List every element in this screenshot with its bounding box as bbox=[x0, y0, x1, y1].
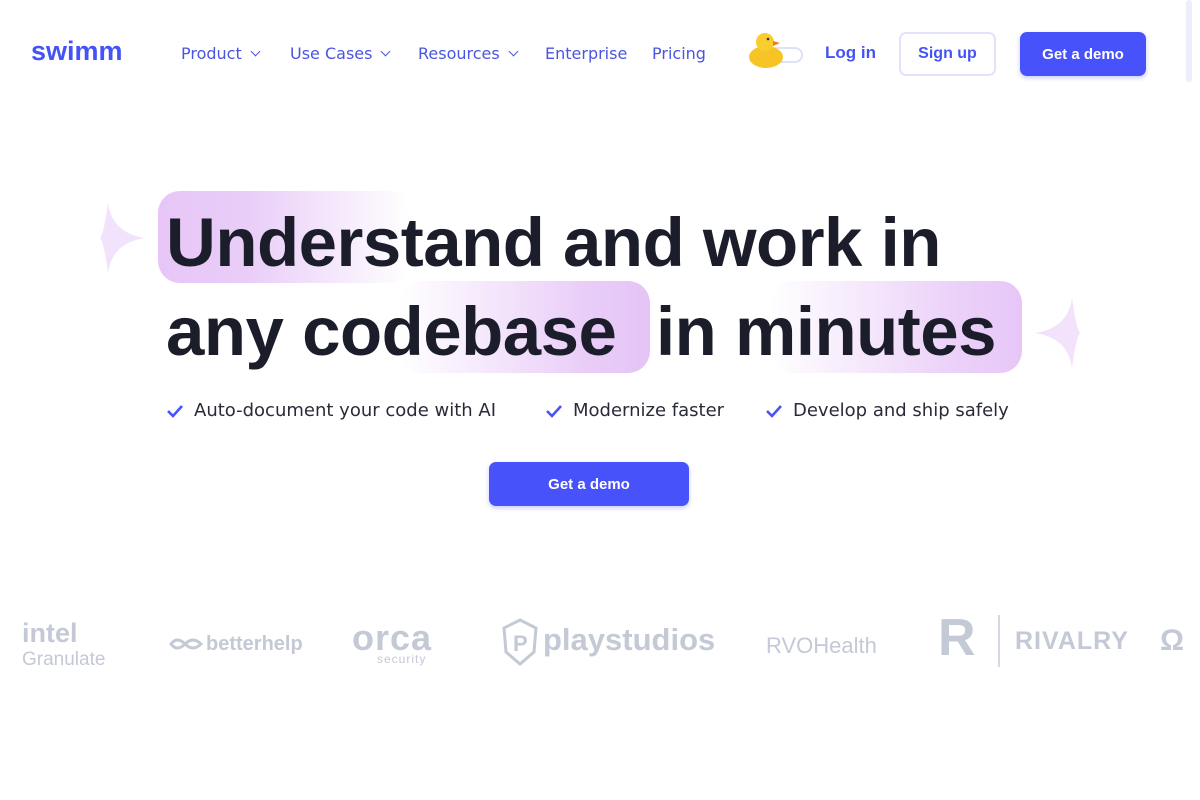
nav-use-cases[interactable]: Use Cases bbox=[290, 44, 391, 63]
logo-partial: Ω bbox=[1160, 624, 1185, 657]
sparkle-icon bbox=[1035, 298, 1080, 368]
get-demo-button-header[interactable]: Get a demo bbox=[1020, 32, 1146, 76]
logo-betterhelp: betterhelp bbox=[206, 633, 303, 655]
nav-pricing[interactable]: Pricing bbox=[652, 44, 706, 63]
nav-enterprise[interactable]: Enterprise bbox=[545, 44, 627, 63]
feature-text: Auto-document your code with AI bbox=[194, 400, 497, 421]
headline-line-2b: in minutes bbox=[656, 293, 997, 370]
nav-label: Pricing bbox=[652, 44, 706, 63]
logo-rivalry: RIVALRY bbox=[1015, 627, 1129, 655]
logo-playstudios: playstudios bbox=[543, 622, 716, 657]
duck-toggle[interactable] bbox=[748, 28, 803, 70]
rubber-duck-icon bbox=[749, 33, 803, 68]
logo-granulate: Granulate bbox=[22, 649, 106, 670]
signup-button[interactable]: Sign up bbox=[899, 32, 996, 76]
nav-product[interactable]: Product bbox=[181, 44, 261, 63]
svg-text:P: P bbox=[513, 631, 528, 656]
chevron-down-icon bbox=[381, 46, 391, 57]
feature-text: Develop and ship safely bbox=[793, 400, 1009, 421]
check-icon bbox=[167, 404, 183, 418]
logo-rvohealth: RVOHealth bbox=[766, 633, 877, 658]
headline-line-2a: any codebase bbox=[166, 293, 617, 370]
nav-label: Resources bbox=[418, 44, 500, 63]
login-link[interactable]: Log in bbox=[825, 43, 876, 63]
chevron-down-icon bbox=[508, 46, 519, 57]
divider bbox=[998, 615, 1000, 667]
logo-rivalry-mark: R bbox=[938, 609, 976, 667]
swimm-logo[interactable]: swimm bbox=[31, 36, 123, 67]
logo-orca: orca bbox=[352, 617, 433, 658]
nav-label: Product bbox=[181, 44, 242, 63]
check-icon bbox=[546, 404, 562, 418]
nav-label: Use Cases bbox=[290, 44, 373, 63]
headline-line-1: Understand and work in bbox=[166, 204, 941, 281]
sparkle-icon bbox=[100, 203, 145, 273]
check-icon bbox=[766, 404, 782, 418]
feature-item: Auto-document your code with AI bbox=[166, 400, 496, 421]
feature-item: Develop and ship safely bbox=[765, 400, 1009, 421]
betterhelp-logo-icon bbox=[169, 638, 203, 650]
playstudios-shield-icon: P bbox=[502, 618, 538, 666]
scrollbar[interactable] bbox=[1186, 0, 1192, 82]
feature-item: Modernize faster bbox=[545, 400, 724, 421]
get-demo-button-hero[interactable]: Get a demo bbox=[489, 462, 689, 506]
logo-orca-security: security bbox=[377, 652, 427, 666]
logo-intel: intel bbox=[22, 618, 78, 648]
nav-label: Enterprise bbox=[545, 44, 628, 63]
nav-resources[interactable]: Resources bbox=[418, 44, 519, 63]
chevron-down-icon bbox=[250, 46, 261, 57]
feature-text: Modernize faster bbox=[573, 400, 725, 421]
